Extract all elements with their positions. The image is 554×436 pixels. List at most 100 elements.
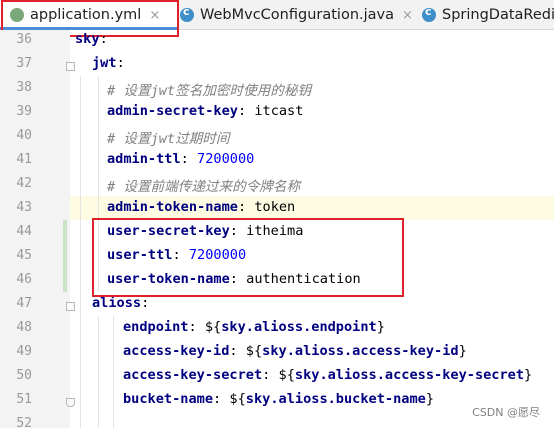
code-line[interactable]: 38 # 设置jwt签名加密时使用的秘钥 [0,76,554,100]
fold-toggle-icon[interactable] [66,62,75,71]
java-class-icon [180,5,194,22]
yaml-value: : authentication [229,271,361,287]
line-number: 37 [16,56,32,71]
line-number: 52 [16,416,32,431]
yaml-key: endpoint [123,319,189,335]
placeholder-expression: sky.alioss.bucket-name [245,391,426,407]
yaml-value: : [180,151,198,167]
line-number: 46 [16,272,32,287]
yaml-value: : ${ [188,319,222,335]
code-line[interactable]: 43 admin-token-name: token [0,196,554,220]
code-line[interactable]: 42 # 设置前端传递过来的令牌名称 [0,172,554,196]
code-line[interactable]: 41 admin-ttl: 7200000 [0,148,554,172]
code-line[interactable]: 51 bucket-name: ${sky.alioss.bucket-name} [0,388,554,412]
yaml-value: : ${ [229,343,263,359]
yaml-key: user-ttl [107,247,173,263]
code-line[interactable]: 36 sky: [0,28,554,52]
code-text: admin-ttl: 7200000 [107,151,254,167]
yaml-value: } [524,367,533,383]
yaml-value: : [141,295,150,311]
yaml-key: alioss [92,295,142,311]
yaml-key: sky [75,31,100,47]
yaml-key: user-secret-key [107,223,230,239]
code-text: user-ttl: 7200000 [107,247,246,263]
yaml-value: : token [237,199,296,215]
yaml-value: } [425,391,435,407]
code-text: access-key-secret: ${sky.alioss.access-k… [123,367,532,383]
code-text: # 设置jwt签名加密时使用的秘钥 [107,79,311,99]
tab-label: WebMvcConfiguration.java [200,7,395,23]
yaml-comment: # 设置jwt过期时间 [107,131,230,147]
fold-end-icon[interactable] [66,398,75,407]
yaml-value: : [172,247,189,263]
code-text: jwt: [92,55,125,71]
yaml-number-value: 7200000 [197,151,255,167]
line-number: 40 [16,128,32,143]
code-line[interactable]: 40 # 设置jwt过期时间 [0,124,554,148]
code-text: user-secret-key: itheima [107,223,303,239]
code-text: # 设置jwt过期时间 [107,127,229,147]
code-line[interactable]: 49 access-key-id: ${sky.alioss.access-key… [0,340,554,364]
code-line[interactable]: 46 user-token-name: authentication [0,268,554,292]
code-text: admin-secret-key: itcast [107,103,303,119]
code-line[interactable]: 37 jwt: [0,52,554,76]
line-number: 38 [16,80,32,95]
yaml-value: : itcast [237,103,304,119]
code-line[interactable]: 45 user-ttl: 7200000 [0,244,554,268]
code-text: alioss: [92,295,149,311]
yaml-value: : ${ [262,367,295,383]
code-text: endpoint: ${sky.alioss.endpoint} [123,319,385,335]
placeholder-expression: sky.alioss.access-key-secret [294,367,525,383]
yaml-key: admin-ttl [107,151,181,167]
watermark: CSDN @愿尽 [472,406,540,419]
code-line[interactable]: 47 alioss: [0,292,554,316]
placeholder-expression: sky.alioss.access-key-id [262,343,459,359]
editor-tab-bar: application.yml × WebMvcConfiguration.ja… [0,0,554,30]
yaml-key: admin-token-name [107,199,238,215]
line-number: 49 [16,344,32,359]
yaml-key: jwt [92,55,117,71]
yaml-value: : [99,31,108,47]
yaml-value: : [116,55,125,71]
code-line[interactable]: 52 [0,412,554,436]
code-line[interactable]: 39 admin-secret-key: itcast [0,100,554,124]
yaml-key: bucket-name [123,391,214,407]
java-class-icon [422,5,436,22]
yaml-number-value: 7200000 [188,247,247,263]
line-number: 36 [16,32,32,47]
code-text: sky: [75,31,108,47]
yaml-value: } [376,319,385,335]
tab-springdataredis[interactable]: SpringDataRedis [422,0,554,30]
yaml-key: access-key-id [123,343,230,359]
line-number: 44 [16,224,32,239]
yaml-value: : ${ [213,391,246,407]
yaml-key: user-token-name [107,271,230,287]
line-number: 41 [16,152,32,167]
code-line[interactable]: 50 access-key-secret: ${sky.alioss.access… [0,364,554,388]
tab-label: application.yml [30,7,142,23]
code-text: admin-token-name: token [107,199,295,215]
tab-application-yml[interactable]: application.yml × [0,0,178,30]
code-text: bucket-name: ${sky.alioss.bucket-name} [123,391,434,407]
line-number: 45 [16,248,32,263]
code-line[interactable]: 48 endpoint: ${sky.alioss.endpoint} [0,316,554,340]
code-text: access-key-id: ${sky.alioss.access-key-i… [123,343,467,359]
yaml-value: : itheima [229,223,304,239]
line-number: 48 [16,320,32,335]
yaml-comment: # 设置前端传递过来的令牌名称 [107,179,301,195]
yaml-value: } [458,343,467,359]
yaml-comment: # 设置jwt签名加密时使用的秘钥 [107,83,312,99]
close-tab-icon[interactable]: × [149,8,160,23]
yml-file-icon [10,8,24,22]
code-text: # 设置前端传递过来的令牌名称 [107,175,300,195]
line-number: 50 [16,368,32,383]
fold-toggle-icon[interactable] [66,302,75,311]
line-number: 43 [16,200,32,215]
line-number: 47 [16,296,32,311]
tab-webmvcconfiguration-java[interactable]: WebMvcConfiguration.java × [180,0,413,30]
code-line[interactable]: 44 user-secret-key: itheima [0,220,554,244]
close-tab-icon[interactable]: × [402,8,413,23]
tab-label: SpringDataRedis [442,7,554,23]
placeholder-expression: sky.alioss.endpoint [221,319,377,335]
yaml-key: admin-secret-key [107,103,238,119]
